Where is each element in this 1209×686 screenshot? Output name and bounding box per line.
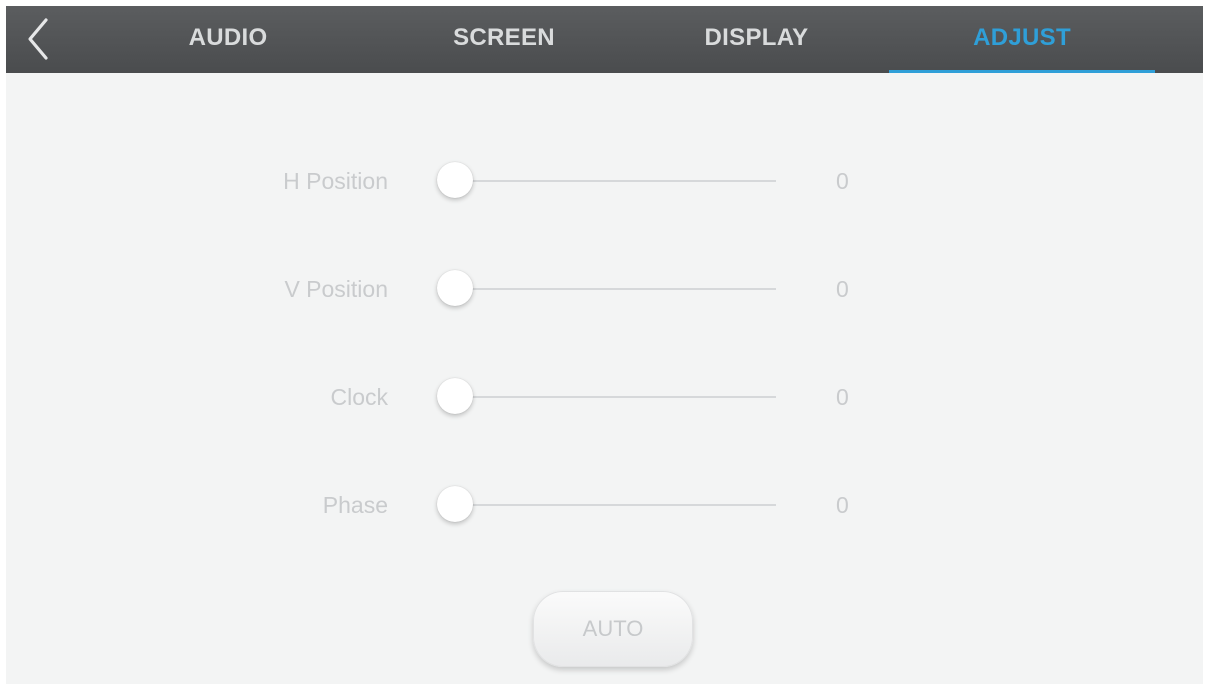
clock-label: Clock	[330, 384, 388, 410]
slider-thumb[interactable]	[437, 270, 473, 306]
phase-label: Phase	[322, 492, 388, 518]
slider-track	[445, 396, 776, 398]
h-position-row: H Position 0	[6, 151, 1203, 211]
tab-adjust[interactable]: ADJUST	[889, 6, 1155, 73]
clock-value: 0	[836, 384, 849, 410]
chevron-left-icon	[28, 18, 48, 60]
phase-value: 0	[836, 492, 849, 518]
slider-thumb[interactable]	[437, 378, 473, 414]
v-position-slider[interactable]	[431, 259, 776, 319]
slider-thumb[interactable]	[437, 486, 473, 522]
phase-row: Phase 0	[6, 475, 1203, 535]
h-position-slider[interactable]	[431, 151, 776, 211]
auto-button[interactable]: AUTO	[533, 591, 693, 667]
slider-thumb[interactable]	[437, 162, 473, 198]
tab-display[interactable]: DISPLAY	[654, 6, 859, 73]
h-position-label: H Position	[283, 168, 388, 194]
adjust-settings-screen: AUDIO SCREEN DISPLAY ADJUST H Position 0…	[6, 6, 1203, 684]
slider-track	[445, 180, 776, 182]
v-position-row: V Position 0	[6, 259, 1203, 319]
tab-audio[interactable]: AUDIO	[138, 6, 318, 73]
clock-row: Clock 0	[6, 367, 1203, 427]
clock-slider[interactable]	[431, 367, 776, 427]
h-position-value: 0	[836, 168, 849, 194]
top-navigation-bar: AUDIO SCREEN DISPLAY ADJUST	[6, 6, 1203, 73]
v-position-value: 0	[836, 276, 849, 302]
phase-slider[interactable]	[431, 475, 776, 535]
slider-track	[445, 504, 776, 506]
v-position-label: V Position	[284, 276, 388, 302]
tab-screen[interactable]: SCREEN	[399, 6, 609, 73]
back-button[interactable]	[20, 16, 56, 62]
slider-track	[445, 288, 776, 290]
active-tab-indicator	[889, 70, 1155, 73]
